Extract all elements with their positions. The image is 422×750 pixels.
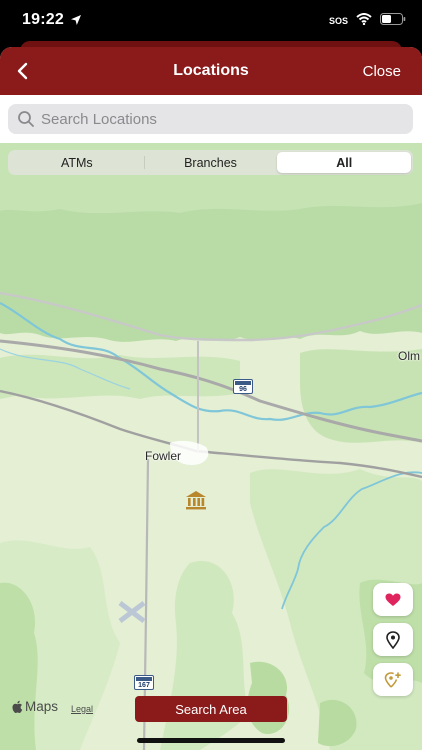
favorites-button[interactable] (373, 583, 413, 616)
add-location-button[interactable] (373, 663, 413, 696)
status-time: 19:22 (22, 11, 64, 28)
search-field[interactable] (8, 104, 413, 134)
map-label-edge-town: Olm (398, 349, 420, 363)
status-indicators: SOS (329, 12, 406, 30)
location-pin-icon (386, 630, 400, 649)
heart-icon (385, 593, 401, 606)
filter-all[interactable]: All (277, 152, 412, 173)
page-title: Locations (173, 62, 249, 79)
add-pin-icon (384, 671, 401, 688)
search-icon (16, 109, 36, 129)
route-shield: 167 (134, 675, 154, 690)
status-bar: 19:22 SOS (0, 0, 422, 44)
apple-maps-attribution: Maps (11, 699, 58, 714)
locations-sheet: Locations Close Search Locations Fowler … (0, 47, 422, 750)
close-button[interactable]: Close (363, 63, 401, 80)
map-view[interactable]: Fowler Olm 96 167 (0, 143, 422, 750)
maps-label: Maps (25, 699, 59, 714)
search-area-button[interactable]: Search Area (135, 696, 287, 722)
current-location-button[interactable] (373, 623, 413, 656)
route-shield: 96 (233, 379, 253, 394)
bank-branch-pin[interactable] (184, 488, 208, 512)
nav-bar: Locations Close (0, 47, 422, 95)
location-type-filter: ATMs Branches All (8, 150, 413, 175)
filter-atms[interactable]: ATMs (10, 152, 144, 173)
sos-indicator: SOS (328, 16, 348, 26)
map-label-town: Fowler (145, 449, 182, 463)
search-bar (0, 95, 422, 143)
map-canvas[interactable] (0, 143, 422, 750)
apple-logo-icon (12, 700, 23, 713)
home-indicator[interactable] (137, 738, 285, 743)
legal-link[interactable]: Legal (71, 704, 93, 714)
search-input[interactable] (41, 110, 401, 128)
bank-icon (186, 491, 206, 510)
wifi-icon (356, 12, 372, 30)
battery-icon (380, 12, 406, 30)
location-arrow-icon (70, 13, 82, 31)
filter-branches[interactable]: Branches (143, 152, 278, 173)
